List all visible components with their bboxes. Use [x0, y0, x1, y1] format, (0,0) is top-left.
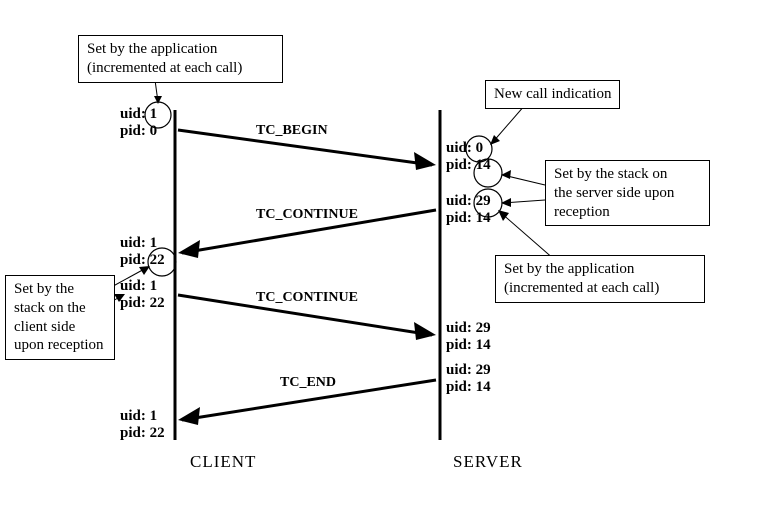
- msg-tc-continue-1: TC_CONTINUE: [256, 207, 358, 223]
- client-ids-1: uid: 1 pid: 0: [120, 106, 157, 141]
- server-ids-2: uid: 29 pid: 14: [446, 193, 491, 228]
- client-ids-2: uid: 1 pid: 22: [120, 235, 165, 270]
- note-new-call: New call indication: [485, 80, 620, 109]
- note-text: Set by the application(incremented at ea…: [87, 41, 242, 76]
- msg-tc-begin: TC_BEGIN: [256, 123, 328, 139]
- client-ids-4: uid: 1 pid: 22: [120, 408, 165, 443]
- server-ids-3: uid: 29 pid: 14: [446, 320, 491, 355]
- server-ids-4: uid: 29 pid: 14: [446, 362, 491, 397]
- note-app-client: Set by the application(incremented at ea…: [78, 35, 283, 83]
- note-server-stack: Set by the stack onthe server side uponr…: [545, 160, 710, 226]
- client-ids-3: uid: 1 pid: 22: [120, 278, 165, 313]
- note-text: New call indication: [494, 86, 611, 102]
- server-ids-1: uid: 0 pid: 14: [446, 140, 491, 175]
- msg-tc-end: TC_END: [280, 375, 336, 391]
- note-client-stack: Set by thestack on theclient sideupon re…: [5, 275, 115, 360]
- note-text: Set by the stack onthe server side uponr…: [554, 166, 674, 220]
- msg-tc-continue-2: TC_CONTINUE: [256, 290, 358, 306]
- sequence-diagram: Set by the application(incremented at ea…: [0, 0, 771, 509]
- note-server-app: Set by the application(incremented at ea…: [495, 255, 705, 303]
- role-client: CLIENT: [190, 452, 256, 472]
- note-text: Set by the application(incremented at ea…: [504, 261, 659, 296]
- note-text: Set by thestack on theclient sideupon re…: [14, 281, 104, 353]
- role-server: SERVER: [453, 452, 523, 472]
